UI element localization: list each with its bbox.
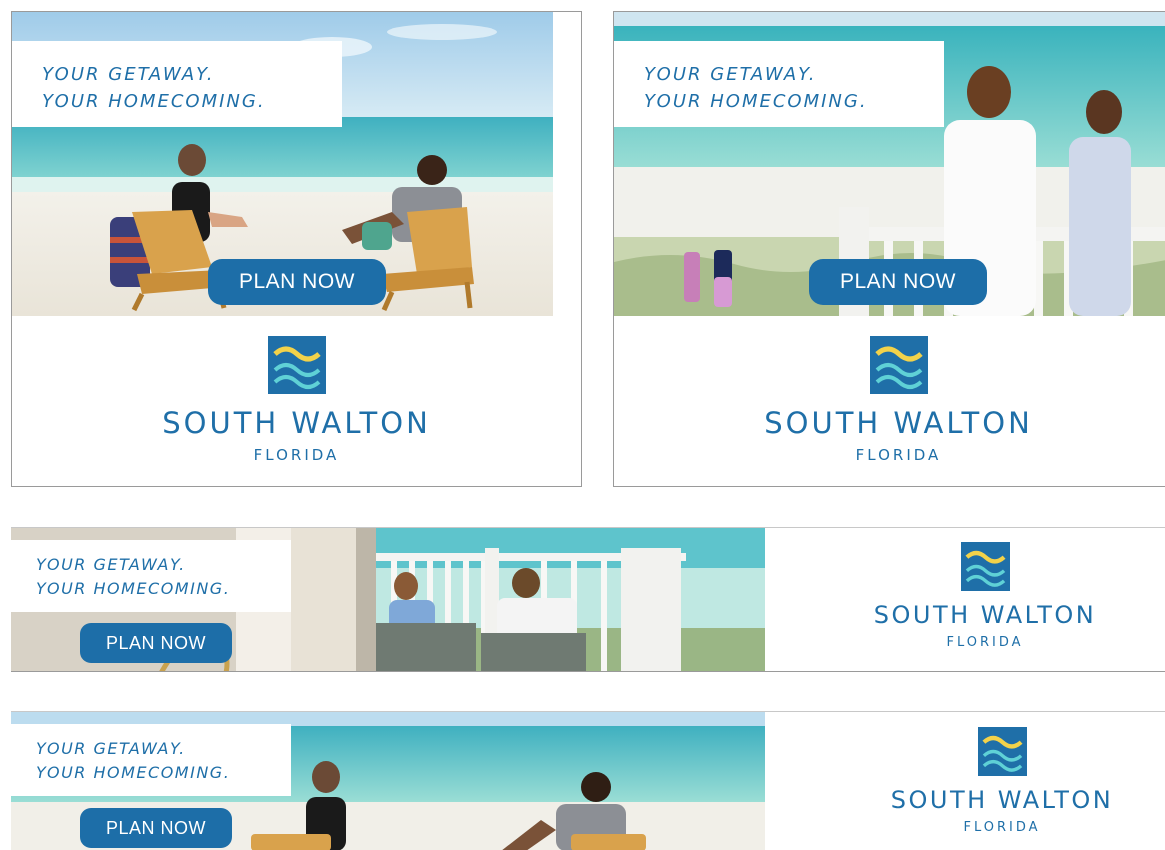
plan-now-button[interactable]: PLAN NOW: [80, 623, 232, 663]
south-walton-logo: SOUTH WALTON FLORIDA: [765, 727, 1165, 835]
headline-line-2: YOUR HOMECOMING.: [36, 579, 231, 598]
wave-square-icon: [960, 542, 1010, 591]
headline-box: YOUR GETAWAY. YOUR HOMECOMING.: [11, 540, 291, 612]
wave-square-icon: [977, 727, 1027, 776]
brand-name: SOUTH WALTON: [162, 406, 431, 440]
brand-name: SOUTH WALTON: [890, 786, 1114, 814]
south-walton-logo: SOUTH WALTON FLORIDA: [765, 542, 1165, 650]
brand-state: FLORIDA: [855, 446, 942, 464]
plan-now-button[interactable]: PLAN NOW: [809, 259, 987, 305]
plan-now-button[interactable]: PLAN NOW: [80, 808, 232, 848]
wave-square-icon: [869, 336, 928, 394]
ad-banner-porch-leaderboard[interactable]: YOUR GETAWAY. YOUR HOMECOMING. PLAN NOW …: [11, 527, 1165, 672]
headline-box: YOUR GETAWAY. YOUR HOMECOMING.: [11, 724, 291, 796]
headline-line-2: YOUR HOMECOMING.: [644, 91, 868, 112]
headline-box: YOUR GETAWAY. YOUR HOMECOMING.: [614, 41, 944, 127]
headline-line-1: YOUR GETAWAY.: [36, 739, 186, 758]
headline-line-2: YOUR HOMECOMING.: [36, 763, 231, 782]
plan-now-button[interactable]: PLAN NOW: [208, 259, 386, 305]
ad-banner-beach-leaderboard[interactable]: YOUR GETAWAY. YOUR HOMECOMING. PLAN NOW …: [11, 711, 1165, 850]
wave-square-icon: [267, 336, 326, 394]
ad-banner-beach-chairs[interactable]: YOUR GETAWAY. YOUR HOMECOMING. PLAN NOW …: [11, 11, 582, 487]
headline-line-2: YOUR HOMECOMING.: [42, 91, 266, 112]
headline-box: YOUR GETAWAY. YOUR HOMECOMING.: [12, 41, 342, 127]
headline-line-1: YOUR GETAWAY.: [644, 64, 817, 85]
south-walton-logo: SOUTH WALTON FLORIDA: [614, 336, 1165, 464]
brand-state: FLORIDA: [946, 635, 1024, 650]
brand-state: FLORIDA: [963, 820, 1041, 835]
south-walton-logo: SOUTH WALTON FLORIDA: [12, 336, 581, 464]
brand-state: FLORIDA: [253, 446, 340, 464]
ad-banner-couple-railing[interactable]: YOUR GETAWAY. YOUR HOMECOMING. PLAN NOW …: [613, 11, 1165, 487]
brand-name: SOUTH WALTON: [764, 406, 1033, 440]
headline-line-1: YOUR GETAWAY.: [42, 64, 215, 85]
headline-line-1: YOUR GETAWAY.: [36, 555, 186, 574]
brand-name: SOUTH WALTON: [873, 601, 1097, 629]
